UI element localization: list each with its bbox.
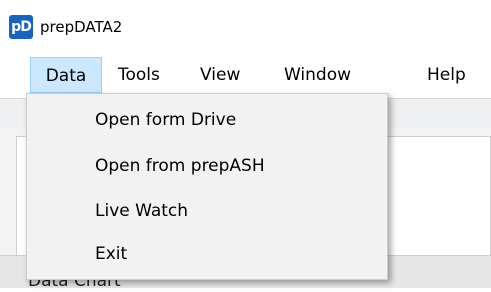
menu-tools[interactable]: Tools: [118, 64, 160, 86]
menu-help[interactable]: Help: [427, 64, 466, 86]
menu-item-exit[interactable]: Exit: [27, 234, 387, 274]
title-bar: pD prepDATA2: [0, 0, 491, 52]
window-title: prepDATA2: [40, 18, 123, 36]
menu-item-live-watch[interactable]: Live Watch: [27, 191, 387, 231]
menu-item-label: Open form Drive: [95, 110, 237, 130]
menu-item-label: Live Watch: [95, 201, 189, 221]
app-logo-icon: pD: [9, 15, 33, 39]
menu-data[interactable]: Data: [30, 57, 102, 93]
data-menu-dropdown: Open form Drive Open from prepASH Live W…: [26, 93, 388, 280]
menu-item-open-from-prepash[interactable]: Open from prepASH: [27, 146, 387, 186]
menu-item-label: Exit: [95, 244, 128, 264]
menu-item-label: Open from prepASH: [95, 156, 265, 176]
menu-item-open-form-drive[interactable]: Open form Drive: [27, 100, 387, 140]
menu-window[interactable]: Window: [284, 64, 351, 86]
menu-view[interactable]: View: [200, 64, 240, 86]
